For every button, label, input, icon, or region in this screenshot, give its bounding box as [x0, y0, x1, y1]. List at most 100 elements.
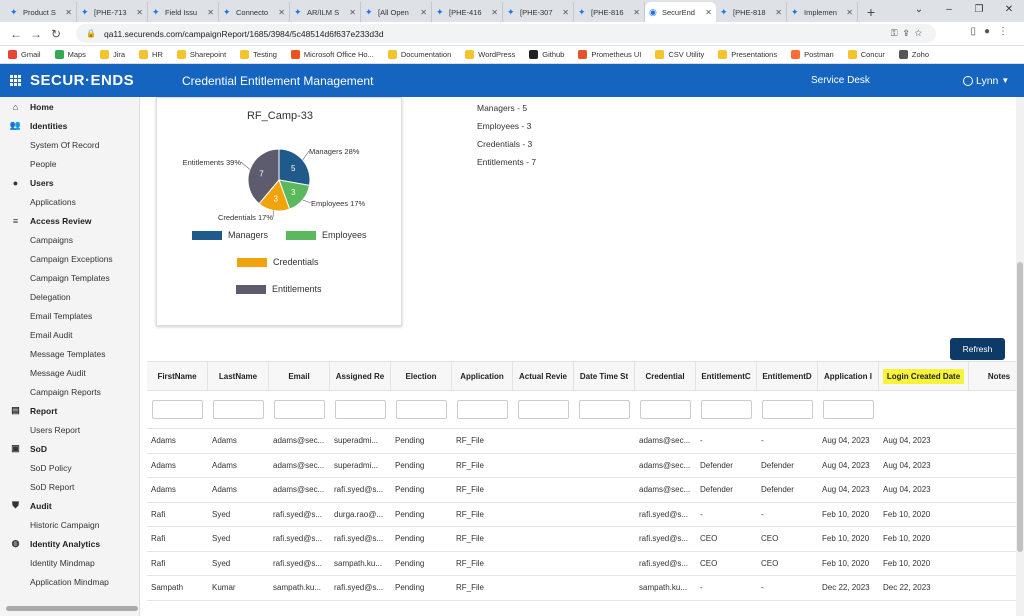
column-header[interactable]: FirstName	[147, 362, 208, 390]
sidebar-item-campaign-templates[interactable]: Campaign Templates	[0, 268, 139, 287]
column-filter-input[interactable]	[762, 400, 813, 419]
browser-tab[interactable]: ✦ [PHE-816 ✕	[574, 2, 645, 22]
bookmark-item[interactable]: Documentation	[387, 50, 451, 59]
legend-item-entitlements[interactable]: Entitlements	[236, 284, 322, 294]
page-scrollbar-thumb[interactable]	[1017, 262, 1023, 552]
bookmark-item[interactable]: Sharepoint	[176, 50, 226, 59]
table-row[interactable]: Rafi Syed rafi.syed@s... sampath.ku... Pendi…	[147, 552, 1016, 576]
user-menu[interactable]: Lynn ▼	[963, 75, 1009, 87]
browser-tab[interactable]: ✦ Product S ✕	[6, 2, 77, 22]
sidebar-item-sod[interactable]: ▣ SoD	[0, 439, 139, 458]
browser-menu-icons[interactable]: ▯●⋮	[970, 26, 1016, 37]
new-tab-button[interactable]: +	[862, 2, 880, 22]
tab-close-icon[interactable]: ✕	[633, 8, 640, 17]
column-filter-input[interactable]	[701, 400, 752, 419]
browser-tab[interactable]: ✦ [PHE-416 ✕	[432, 2, 503, 22]
column-filter-input[interactable]	[213, 400, 264, 419]
column-filter-input[interactable]	[457, 400, 508, 419]
logo[interactable]: SECUR·ENDS	[30, 72, 165, 89]
bookmark-item[interactable]: Jira	[99, 50, 125, 59]
column-filter-input[interactable]	[579, 400, 630, 419]
sidebar-item-email-audit[interactable]: Email Audit	[0, 325, 139, 344]
browser-tab[interactable]: ✦ [PHE-307 ✕	[503, 2, 574, 22]
sidebar-item-access-review[interactable]: ≡ Access Review	[0, 211, 139, 230]
tab-close-icon[interactable]: ✕	[65, 8, 72, 17]
legend-item-credentials[interactable]: Credentials	[237, 257, 319, 267]
legend-item-managers[interactable]: Managers	[192, 230, 268, 240]
bookmark-item[interactable]: Zoho	[898, 50, 929, 59]
bookmark-item[interactable]: Microsoft Office Ho...	[290, 50, 374, 59]
bookmark-item[interactable]: Maps	[54, 50, 86, 59]
sidebar-item-application-mindmap[interactable]: Application Mindmap	[0, 572, 139, 591]
column-header[interactable]: Election	[391, 362, 452, 390]
restore-icon[interactable]: ❐	[964, 0, 994, 22]
browser-tab[interactable]: ✦ [PHE-818 ✕	[716, 2, 787, 22]
forward-icon[interactable]: →	[26, 27, 46, 41]
column-header[interactable]: Date Time St	[574, 362, 635, 390]
service-desk-link[interactable]: Service Desk	[811, 75, 870, 86]
browser-tab[interactable]: ◉ SecurEnd ✕	[645, 2, 716, 22]
tab-close-icon[interactable]: ✕	[846, 8, 853, 17]
tab-close-icon[interactable]: ✕	[420, 8, 427, 17]
browser-tab[interactable]: ✦ AR/ILM S ✕	[290, 2, 361, 22]
column-header[interactable]: LastName	[208, 362, 269, 390]
tab-close-icon[interactable]: ✕	[349, 8, 356, 17]
sidebar-item-message-templates[interactable]: Message Templates	[0, 344, 139, 363]
column-filter-input[interactable]	[274, 400, 325, 419]
table-row[interactable]: Adams Adams adams@sec... superadmi... Pendin…	[147, 454, 1016, 478]
sidebar-item-message-audit[interactable]: Message Audit	[0, 363, 139, 382]
table-row[interactable]: Rafi Syed rafi.syed@s... durga.rao@... Pendi…	[147, 503, 1016, 527]
column-header[interactable]: Credential	[635, 362, 696, 390]
column-filter-input[interactable]	[396, 400, 447, 419]
table-row[interactable]: Adams Adams adams@sec... superadmi... Pendin…	[147, 429, 1016, 454]
bookmark-item[interactable]: CSV Utility	[655, 50, 704, 59]
column-filter-input[interactable]	[152, 400, 203, 419]
tab-search-icon[interactable]: ⌄	[904, 0, 934, 22]
tab-close-icon[interactable]: ✕	[136, 8, 143, 17]
column-header[interactable]: Email	[269, 362, 330, 390]
sidebar-item-delegation[interactable]: Delegation	[0, 287, 139, 306]
reload-icon[interactable]: ↻	[46, 27, 66, 41]
bookmark-item[interactable]: Postman	[791, 50, 834, 59]
apps-grid-icon[interactable]	[10, 74, 22, 87]
column-filter-input[interactable]	[518, 400, 569, 419]
sidebar-item-identity-mindmap[interactable]: Identity Mindmap	[0, 553, 139, 572]
column-filter-input[interactable]	[335, 400, 386, 419]
sidebar-item-sod-report[interactable]: SoD Report	[0, 477, 139, 496]
bookmark-item[interactable]: WordPress	[465, 50, 515, 59]
browser-tab[interactable]: ✦ Field Issu ✕	[148, 2, 219, 22]
sidebar-item-users-report[interactable]: Users Report	[0, 420, 139, 439]
sidebar-item-people[interactable]: People	[0, 154, 139, 173]
tab-close-icon[interactable]: ✕	[207, 8, 214, 17]
column-header[interactable]: Application I	[818, 362, 879, 390]
browser-tab[interactable]: ✦ [All Open ✕	[361, 2, 432, 22]
sidebar-item-system-of-record[interactable]: System Of Record	[0, 135, 139, 154]
sidebar-item-identities[interactable]: 👥 Identities	[0, 116, 139, 135]
tab-close-icon[interactable]: ✕	[562, 8, 569, 17]
sidebar-scrollbar[interactable]	[6, 606, 138, 611]
bookmark-item[interactable]: Testing	[240, 50, 277, 59]
legend-item-employees[interactable]: Employees	[286, 230, 367, 240]
bookmark-item[interactable]: HR	[139, 50, 163, 59]
browser-tab[interactable]: ✦ [PHE-713 ✕	[77, 2, 148, 22]
column-header[interactable]: Notes	[969, 362, 1016, 390]
column-header[interactable]: EntitlementC	[696, 362, 757, 390]
sidebar-item-users[interactable]: ● Users	[0, 173, 139, 192]
bookmark-item[interactable]: Gmail	[8, 50, 41, 59]
column-filter-input[interactable]	[823, 400, 874, 419]
omnibox-actions-icon[interactable]: ⚿⇪☆	[891, 28, 928, 39]
bookmark-item[interactable]: Github	[529, 50, 564, 59]
sidebar-item-campaigns[interactable]: Campaigns	[0, 230, 139, 249]
minimize-icon[interactable]: –	[934, 0, 964, 22]
sidebar-item-campaign-reports[interactable]: Campaign Reports	[0, 382, 139, 401]
url-field[interactable]: 🔒 qa11.securends.com/campaignReport/1685…	[76, 24, 936, 43]
column-filter-input[interactable]	[640, 400, 691, 419]
table-row[interactable]: Adams Adams adams@sec... rafi.syed@s... Pend…	[147, 478, 1016, 503]
column-header[interactable]: Application	[452, 362, 513, 390]
refresh-button[interactable]: Refresh	[950, 338, 1005, 360]
sidebar-item-applications[interactable]: Applications	[0, 192, 139, 211]
column-header[interactable]: Actual Revie	[513, 362, 574, 390]
tab-close-icon[interactable]: ✕	[278, 8, 285, 17]
sidebar-item-audit[interactable]: ⛊ Audit	[0, 496, 139, 515]
page-scrollbar[interactable]	[1016, 97, 1024, 616]
